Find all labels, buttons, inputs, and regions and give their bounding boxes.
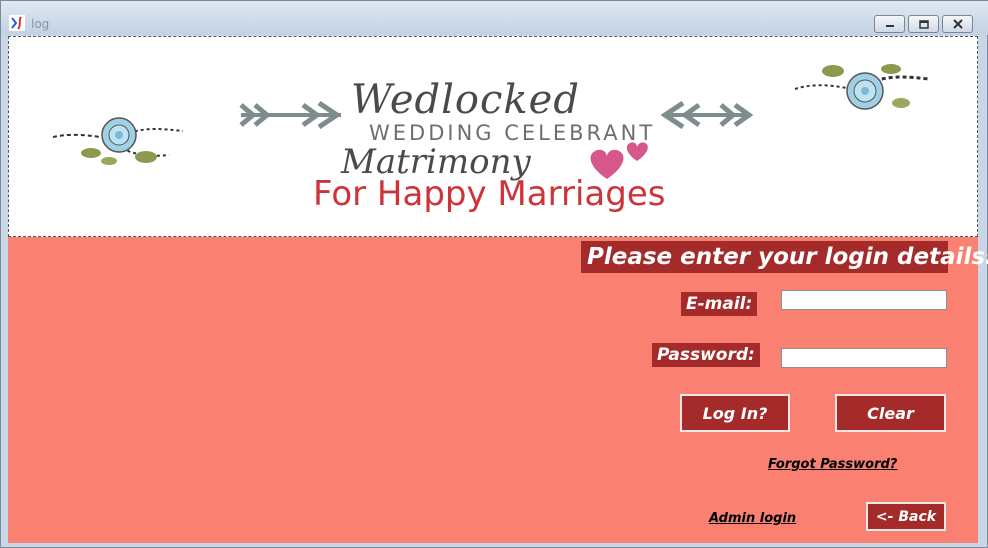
arrow-decoration-icon bbox=[661, 101, 754, 129]
minimize-button[interactable] bbox=[874, 15, 905, 33]
minimize-icon bbox=[885, 25, 894, 27]
close-icon bbox=[952, 19, 963, 29]
password-label: Password: bbox=[652, 343, 760, 367]
password-field[interactable] bbox=[781, 348, 947, 368]
window-title: log bbox=[31, 17, 50, 31]
arrow-decoration-icon bbox=[239, 101, 342, 129]
title-bar[interactable]: log bbox=[1, 1, 988, 35]
forgot-password-link[interactable]: Forgot Password? bbox=[768, 457, 897, 472]
banner: Wedlocked WEDDING CELEBRANT Matrimony Fo… bbox=[8, 36, 978, 237]
maximize-button[interactable] bbox=[908, 15, 939, 33]
admin-login-link[interactable]: Admin login bbox=[709, 511, 796, 526]
login-heading: Please enter your login details:- bbox=[581, 241, 988, 273]
maximize-icon bbox=[918, 19, 929, 29]
close-button[interactable] bbox=[942, 15, 973, 33]
app-window: log Wedlocked WEDDING CELEBRANT Matrimon… bbox=[0, 0, 988, 548]
back-button[interactable]: <- Back bbox=[866, 502, 946, 531]
email-field[interactable] bbox=[781, 290, 947, 310]
flower-decoration-icon bbox=[52, 117, 184, 165]
flower-decoration-icon bbox=[794, 64, 930, 110]
brand-logo-text: Wedlocked bbox=[351, 77, 580, 123]
login-panel: Wedlocked WEDDING CELEBRANT Matrimony Fo… bbox=[8, 36, 988, 543]
clear-button[interactable]: Clear bbox=[835, 394, 946, 432]
brand-tagline: For Happy Marriages bbox=[313, 174, 666, 214]
login-button[interactable]: Log In? bbox=[680, 394, 790, 432]
java-app-icon bbox=[9, 15, 25, 31]
email-label: E-mail: bbox=[681, 292, 758, 316]
